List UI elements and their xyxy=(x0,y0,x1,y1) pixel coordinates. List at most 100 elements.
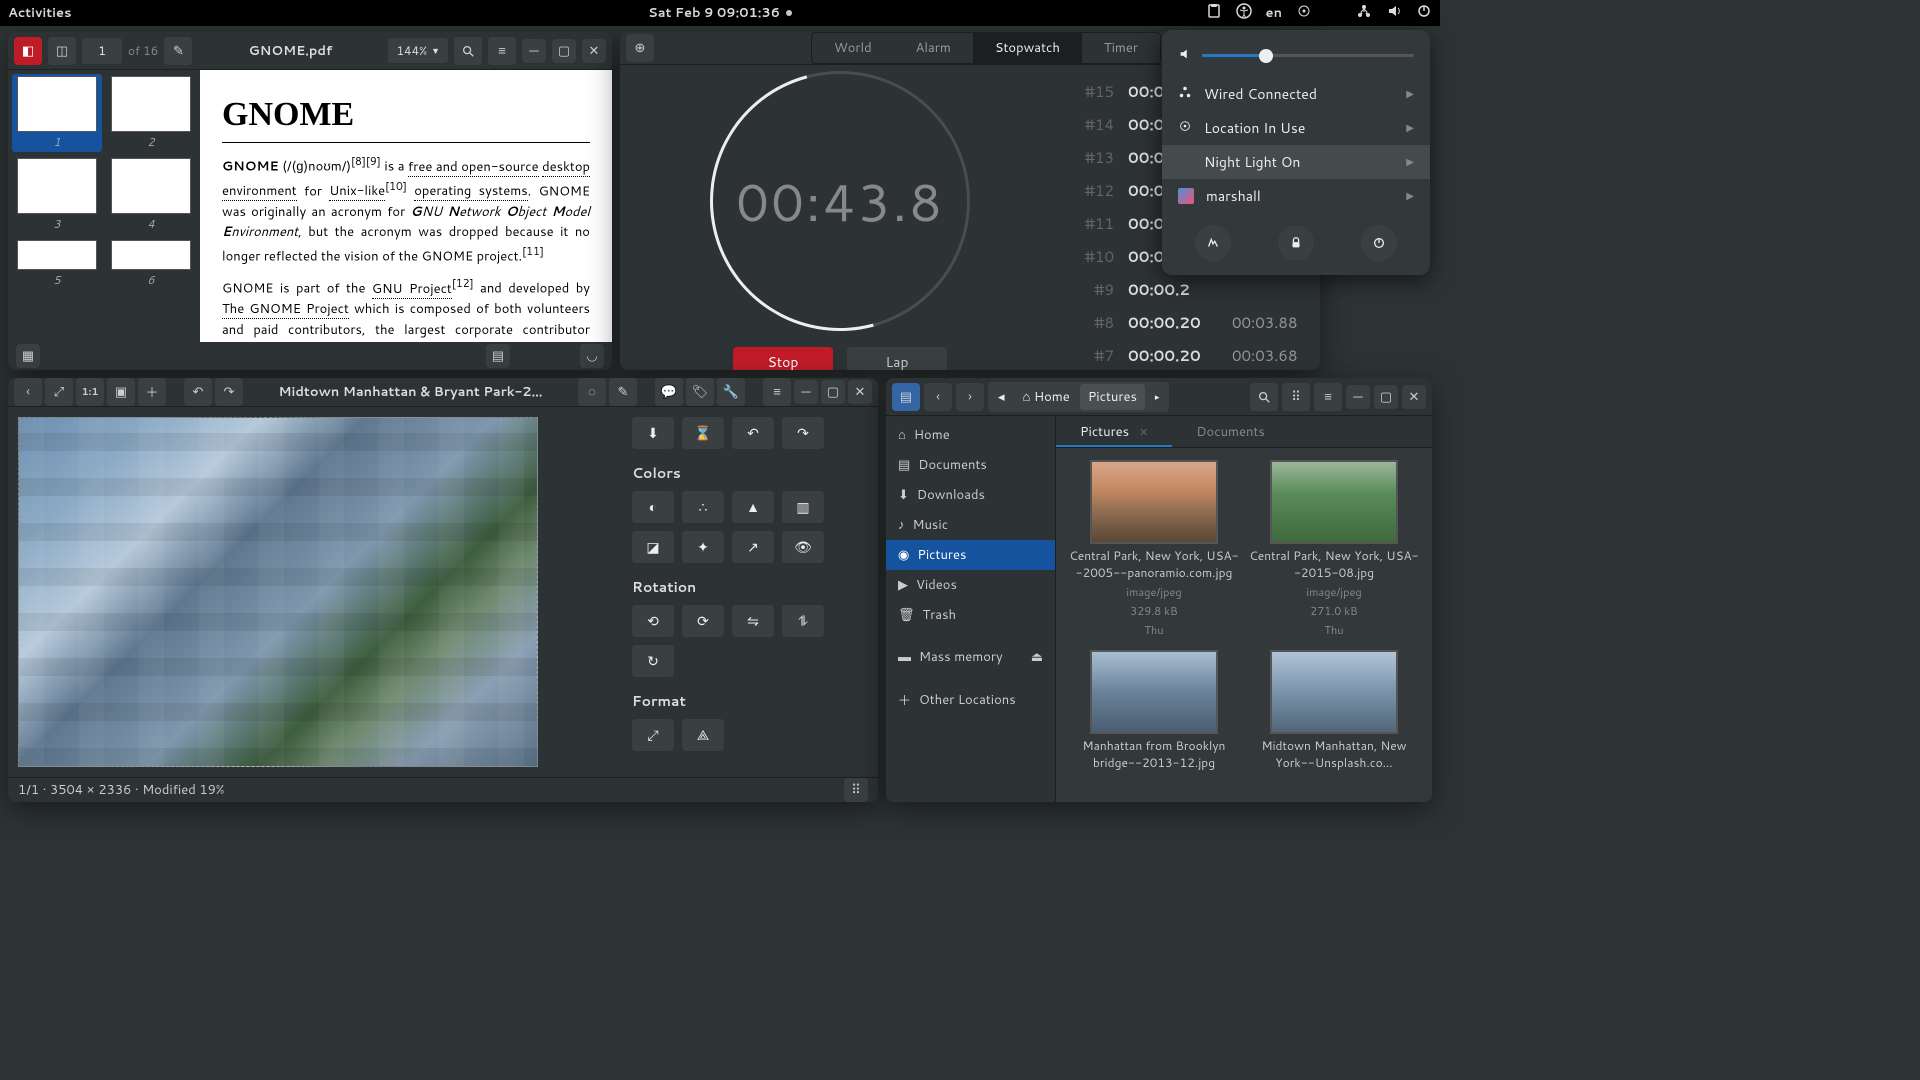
minimize-button[interactable]: ─ xyxy=(794,380,818,404)
flip-v-button[interactable]: ⥮ xyxy=(782,605,824,637)
tab-world[interactable]: World xyxy=(812,33,894,63)
tab-timer[interactable]: Timer xyxy=(1082,33,1160,63)
save-button[interactable]: ⬇ xyxy=(632,417,674,449)
tools-button[interactable]: 🔧 xyxy=(717,378,745,406)
light-button[interactable]: ◌ xyxy=(578,378,606,406)
page-thumbnail[interactable]: 2 xyxy=(106,74,196,152)
zoom-in-button[interactable]: ＋ xyxy=(138,378,166,406)
undo-tool-button[interactable]: ↶ xyxy=(732,417,774,449)
menu-button[interactable]: ≡ xyxy=(763,378,791,406)
rotate-right-button[interactable]: ⟳ xyxy=(682,605,724,637)
page-number-input[interactable] xyxy=(82,38,122,64)
tab-pictures[interactable]: Pictures✕ xyxy=(1056,416,1172,447)
place-documents[interactable]: ▤Documents xyxy=(886,450,1055,480)
clipboard-icon[interactable] xyxy=(1206,3,1222,24)
auto-button[interactable]: ✦ xyxy=(682,531,724,563)
curves-button[interactable]: ∴ xyxy=(682,491,724,523)
file-item[interactable]: Manhattan from Brooklyn bridge--2013-12.… xyxy=(1068,650,1240,771)
tab-alarm[interactable]: Alarm xyxy=(894,33,973,63)
maximize-button[interactable]: ▢ xyxy=(1374,385,1398,409)
zoom-select[interactable]: 144% ▼ xyxy=(388,38,448,63)
view-icon-button[interactable]: ⠿ xyxy=(1282,383,1310,411)
zoom-fit-button[interactable]: ▣ xyxy=(107,378,135,406)
menu-user[interactable]: marshall ▶ xyxy=(1162,179,1430,213)
menu-location[interactable]: Location In Use ▶ xyxy=(1162,111,1430,145)
tab-stopwatch[interactable]: Stopwatch xyxy=(973,33,1082,63)
invert-button[interactable]: ◪ xyxy=(632,531,674,563)
rotate-left-button[interactable]: ⟲ xyxy=(632,605,674,637)
file-grid[interactable]: Central Park, New York, USA--2005--panor… xyxy=(1056,448,1432,802)
eject-icon[interactable]: ⏏ xyxy=(1031,648,1043,666)
fullscreen-button[interactable]: ⤢ xyxy=(45,378,73,406)
redo-button[interactable]: ↷ xyxy=(215,378,243,406)
view-list-button[interactable]: ≡ xyxy=(1314,383,1342,411)
grayscale-button[interactable]: ▥ xyxy=(782,491,824,523)
view-grid-button[interactable]: ▦ xyxy=(16,344,40,368)
place-trash[interactable]: 🗑Trash xyxy=(886,600,1055,630)
outline-button[interactable]: ▤ xyxy=(486,344,510,368)
place-downloads[interactable]: ⬇Downloads xyxy=(886,480,1055,510)
minimize-button[interactable]: ─ xyxy=(1346,385,1370,409)
accessibility-icon[interactable] xyxy=(1236,3,1252,24)
grid-view-button[interactable]: ⠿ xyxy=(844,778,868,802)
settings-button[interactable] xyxy=(1195,225,1231,261)
search-button[interactable] xyxy=(454,37,482,65)
power-button[interactable] xyxy=(1361,225,1397,261)
edit-button[interactable]: ✎ xyxy=(609,378,637,406)
place-other[interactable]: ＋Other Locations xyxy=(886,684,1055,716)
pdf-content-area[interactable]: GNOME GNOME (/(ɡ)noʊm/)[8][9] is a free … xyxy=(200,70,612,342)
edit-button[interactable]: ✎ xyxy=(164,37,192,65)
nav-forward-button[interactable]: › xyxy=(956,383,984,411)
sharpen-button[interactable]: ↗ xyxy=(732,531,774,563)
close-button[interactable]: ✕ xyxy=(582,39,606,63)
volume-mute-icon[interactable] xyxy=(1178,44,1192,67)
path-pictures[interactable]: Pictures xyxy=(1080,384,1145,410)
free-rotate-button[interactable]: ↻ xyxy=(632,645,674,677)
maximize-button[interactable]: ▢ xyxy=(821,380,845,404)
path-home[interactable]: ⌂ Home xyxy=(1015,384,1078,410)
minimize-button[interactable]: ─ xyxy=(522,39,546,63)
place-music[interactable]: ♪Music xyxy=(886,510,1055,540)
levels-button[interactable]: ▲ xyxy=(732,491,774,523)
place-mass-memory[interactable]: ▬Mass memory⏏ xyxy=(886,642,1055,672)
new-button[interactable]: ⊕ xyxy=(626,34,654,62)
sidebar-toggle-button[interactable]: ◫ xyxy=(48,37,76,65)
flip-h-button[interactable]: ⇋ xyxy=(732,605,774,637)
menu-wired[interactable]: Wired Connected ▶ xyxy=(1162,77,1430,111)
redo-tool-button[interactable]: ↷ xyxy=(782,417,824,449)
maximize-button[interactable]: ▢ xyxy=(552,39,576,63)
power-icon[interactable] xyxy=(1416,3,1432,24)
close-button[interactable]: ✕ xyxy=(848,380,872,404)
comment-button[interactable]: 💬 xyxy=(655,378,683,406)
page-thumbnail[interactable]: 5 xyxy=(12,238,102,290)
file-item[interactable]: Central Park, New York, USA--2015-08.jpg… xyxy=(1248,460,1420,638)
file-item[interactable]: Central Park, New York, USA--2005--panor… xyxy=(1068,460,1240,638)
resize-button[interactable]: ⤢ xyxy=(632,719,674,751)
close-tab-icon[interactable]: ✕ xyxy=(1139,424,1148,440)
crop-button[interactable]: ⟁ xyxy=(682,719,724,751)
page-thumbnail[interactable]: 1 xyxy=(12,74,102,152)
undo-button[interactable]: ↶ xyxy=(184,378,212,406)
image-canvas[interactable] xyxy=(8,407,618,777)
tab-documents[interactable]: Documents xyxy=(1172,416,1289,447)
clock-label[interactable]: Sat Feb 9 09:01:36 xyxy=(648,4,780,22)
lap-button[interactable]: Lap xyxy=(847,347,947,371)
activities-button[interactable]: Activities xyxy=(8,4,72,22)
page-thumbnail[interactable]: 3 xyxy=(12,156,102,234)
tag-button[interactable]: 🏷 xyxy=(686,378,714,406)
redeye-button[interactable]: 👁 xyxy=(782,531,824,563)
file-item[interactable]: Midtown Manhattan, New York--Unsplash.co… xyxy=(1248,650,1420,771)
contrast-button[interactable]: ◐ xyxy=(632,491,674,523)
bookmark-button[interactable]: ◡ xyxy=(580,344,604,368)
volume-slider[interactable] xyxy=(1202,54,1414,57)
place-pictures[interactable]: ◉Pictures xyxy=(886,540,1055,570)
back-button[interactable]: ‹ xyxy=(14,378,42,406)
search-button[interactable] xyxy=(1250,383,1278,411)
place-videos[interactable]: ▶Videos xyxy=(886,570,1055,600)
revert-button[interactable]: ⌛ xyxy=(682,417,724,449)
keyboard-layout-label[interactable]: en xyxy=(1266,4,1282,22)
page-thumbnail[interactable]: 4 xyxy=(106,156,196,234)
menu-nightlight[interactable]: Night Light On ▶ xyxy=(1162,145,1430,179)
menu-button[interactable]: ≡ xyxy=(488,37,516,65)
page-thumbnail[interactable]: 6 xyxy=(106,238,196,290)
